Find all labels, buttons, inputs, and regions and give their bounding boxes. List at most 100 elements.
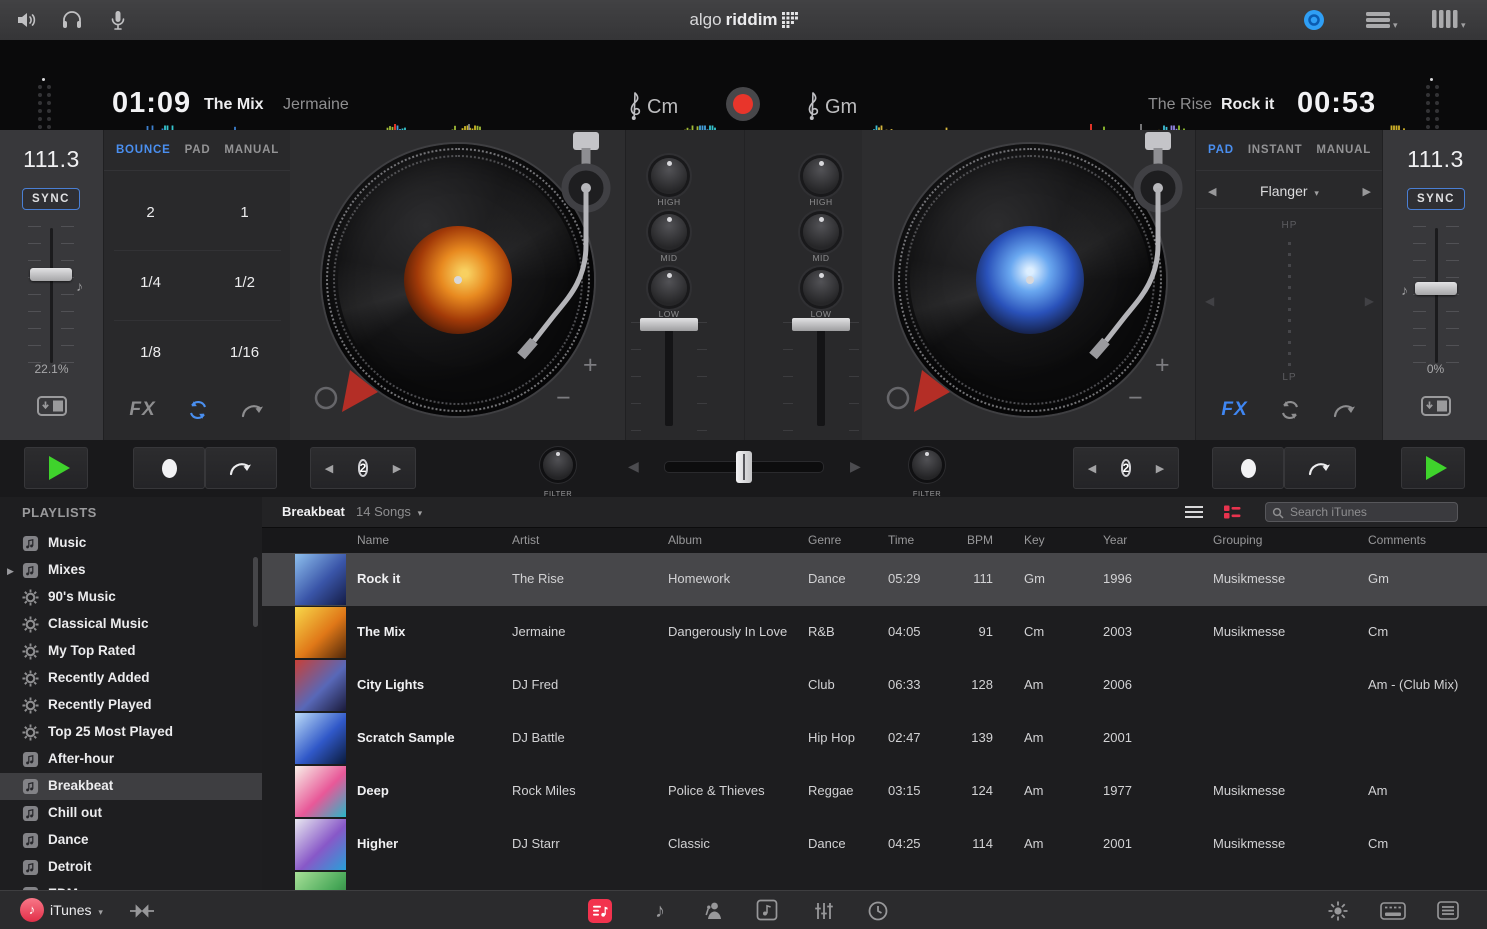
column-header-grouping[interactable]: Grouping (1213, 528, 1262, 552)
tab-bounce[interactable]: BOUNCE (116, 144, 171, 156)
loop-decrease-button[interactable]: ◀ (1075, 462, 1109, 475)
tab-albums-icon[interactable] (756, 899, 780, 923)
tempo-slider-handle-left[interactable] (30, 268, 72, 281)
library-song-count[interactable]: 14 Songs ▾ (356, 504, 422, 519)
column-header-bpm[interactable]: BPM (938, 528, 993, 552)
tempo-slider-handle-right[interactable] (1415, 282, 1457, 295)
column-header-genre[interactable]: Genre (808, 528, 841, 552)
eq-knob-mid[interactable] (651, 214, 687, 250)
eq-knob-high[interactable] (651, 158, 687, 194)
table-row[interactable] (262, 871, 1487, 890)
table-row[interactable]: Rock it The Rise Homework Dance 05:29 111 Gm 19… (262, 553, 1487, 607)
column-header-year[interactable]: Year (1103, 528, 1127, 552)
hardware-icon[interactable] (130, 903, 154, 919)
play-button-left[interactable] (24, 447, 88, 489)
bend-icon[interactable] (240, 399, 266, 421)
headphones-icon[interactable] (60, 8, 84, 32)
play-button-right[interactable] (1401, 447, 1465, 489)
cue-button-left[interactable] (133, 447, 205, 489)
loop-increase-button[interactable]: ▶ (1143, 462, 1177, 475)
table-row[interactable]: The Mix Jermaine Dangerously In Love R&B 04:… (262, 606, 1487, 660)
volume-fader-left[interactable] (640, 318, 698, 331)
microphone-icon[interactable] (106, 8, 130, 32)
crossfader-right-arrow[interactable]: ▶ (850, 458, 861, 475)
sidebar-item-music[interactable]: Music (0, 530, 262, 557)
sidebar-item-chill-out[interactable]: Chill out (0, 800, 262, 827)
eq-knob-mid[interactable] (803, 214, 839, 250)
sidebar-scrollbar[interactable] (253, 557, 258, 627)
eq-knob-low[interactable] (651, 270, 687, 306)
volume-fader-right[interactable] (792, 318, 850, 331)
sidebar-item-detroit[interactable]: Detroit (0, 854, 262, 881)
fx-tab-button[interactable]: FX (1221, 399, 1247, 421)
sidebar-item-90-s-music[interactable]: 90's Music (0, 584, 262, 611)
disclosure-icon[interactable]: ▶ (7, 566, 14, 577)
table-row[interactable]: Scratch Sample DJ Battle Hip Hop 02:47 139 Am… (262, 712, 1487, 766)
loop-cell-1[interactable]: 1 (198, 204, 291, 226)
tab-songs-icon[interactable]: ♪ (648, 899, 672, 923)
vinyl-disc-left[interactable] (322, 144, 594, 416)
table-row[interactable]: Deep Rock Miles Police & Thieves Reggae 03:1… (262, 765, 1487, 819)
pitch-bend-minus-button[interactable]: − (1128, 386, 1143, 411)
tab-playlists-icon[interactable] (588, 899, 612, 923)
sync-button-left[interactable]: SYNC (22, 188, 80, 210)
artwork-view-icon[interactable] (1223, 504, 1241, 520)
loop-value[interactable]: 2 (346, 458, 380, 479)
pitch-bend-plus-button[interactable]: + (583, 353, 598, 378)
list-view-icon[interactable] (1184, 505, 1204, 519)
fx-tab-button[interactable]: FX (129, 399, 155, 421)
bend-button-right[interactable] (1284, 447, 1356, 489)
column-header-artist[interactable]: Artist (512, 528, 539, 552)
tab-pad[interactable]: PAD (185, 144, 211, 156)
loop-cell-2[interactable]: 2 (104, 204, 197, 226)
sidebar-item-my-top-rated[interactable]: My Top Rated (0, 638, 262, 665)
sidebar-item-dance[interactable]: Dance (0, 827, 262, 854)
sidebar-item-top-25-most-played[interactable]: Top 25 Most Played (0, 719, 262, 746)
tempo-slider-left[interactable] (50, 228, 53, 363)
filter-knob-left[interactable]: FILTER (543, 450, 573, 498)
table-row[interactable]: Higher DJ Starr Classic Dance 04:25 114 Am 2001… (262, 818, 1487, 872)
loop-value[interactable]: 2 (1109, 458, 1143, 479)
crossfader-handle[interactable] (736, 451, 752, 483)
pitch-bend-plus-button[interactable]: + (1155, 353, 1170, 378)
loop-cell-1-4[interactable]: 1/4 (104, 274, 197, 296)
layout-selector-icon[interactable]: ▾ (1366, 12, 1402, 30)
column-header-album[interactable]: Album (668, 528, 702, 552)
output-device-icon[interactable] (1421, 396, 1451, 416)
tab-genres-icon[interactable] (812, 899, 836, 923)
eq-knob-low[interactable] (803, 270, 839, 306)
loop-cell-1-2[interactable]: 1/2 (198, 274, 291, 296)
filter-knob-right[interactable]: FILTER (912, 450, 942, 498)
pitch-bend-minus-button[interactable]: − (556, 386, 571, 411)
table-row[interactable]: City Lights DJ Fred Club 06:33 128 Am 2006 Am -… (262, 659, 1487, 713)
brightness-icon[interactable] (1326, 899, 1350, 923)
tab-manual[interactable]: MANUAL (224, 144, 279, 156)
loop-cell-1-8[interactable]: 1/8 (104, 344, 197, 366)
itunes-icon[interactable]: ♪ (20, 898, 44, 922)
loop-icon[interactable] (1278, 398, 1302, 422)
keyboard-icon[interactable] (1380, 902, 1406, 920)
loop-cell-1-16[interactable]: 1/16 (198, 344, 291, 366)
record-button[interactable] (726, 87, 760, 121)
column-header-name[interactable]: Name (357, 528, 389, 552)
vinyl-disc-right[interactable] (894, 144, 1166, 416)
sidebar-item-recently-played[interactable]: Recently Played (0, 692, 262, 719)
disc-view-icon[interactable] (1303, 9, 1325, 31)
sidebar-item-mixes[interactable]: ▶ Mixes (0, 557, 262, 584)
volume-icon[interactable] (14, 8, 38, 32)
mixer-view-icon[interactable]: ▾ (1432, 10, 1472, 30)
sidebar-item-after-hour[interactable]: After-hour (0, 746, 262, 773)
output-device-icon[interactable] (37, 396, 67, 416)
sidebar-item-recently-added[interactable]: Recently Added (0, 665, 262, 692)
column-header-comments[interactable]: Comments (1368, 528, 1426, 552)
effect-next-button[interactable]: ▶ (1363, 185, 1371, 198)
tab-instant[interactable]: INSTANT (1248, 144, 1303, 156)
crossfader-left-arrow[interactable]: ◀ (628, 458, 639, 475)
source-label[interactable]: iTunes ▾ (50, 902, 103, 918)
cue-button-right[interactable] (1212, 447, 1284, 489)
tab-manual[interactable]: MANUAL (1316, 144, 1371, 156)
loop-icon[interactable] (186, 398, 210, 422)
search-input[interactable] (1288, 504, 1451, 520)
tempo-slider-right[interactable] (1435, 228, 1438, 363)
sidebar-item-classical-music[interactable]: Classical Music (0, 611, 262, 638)
